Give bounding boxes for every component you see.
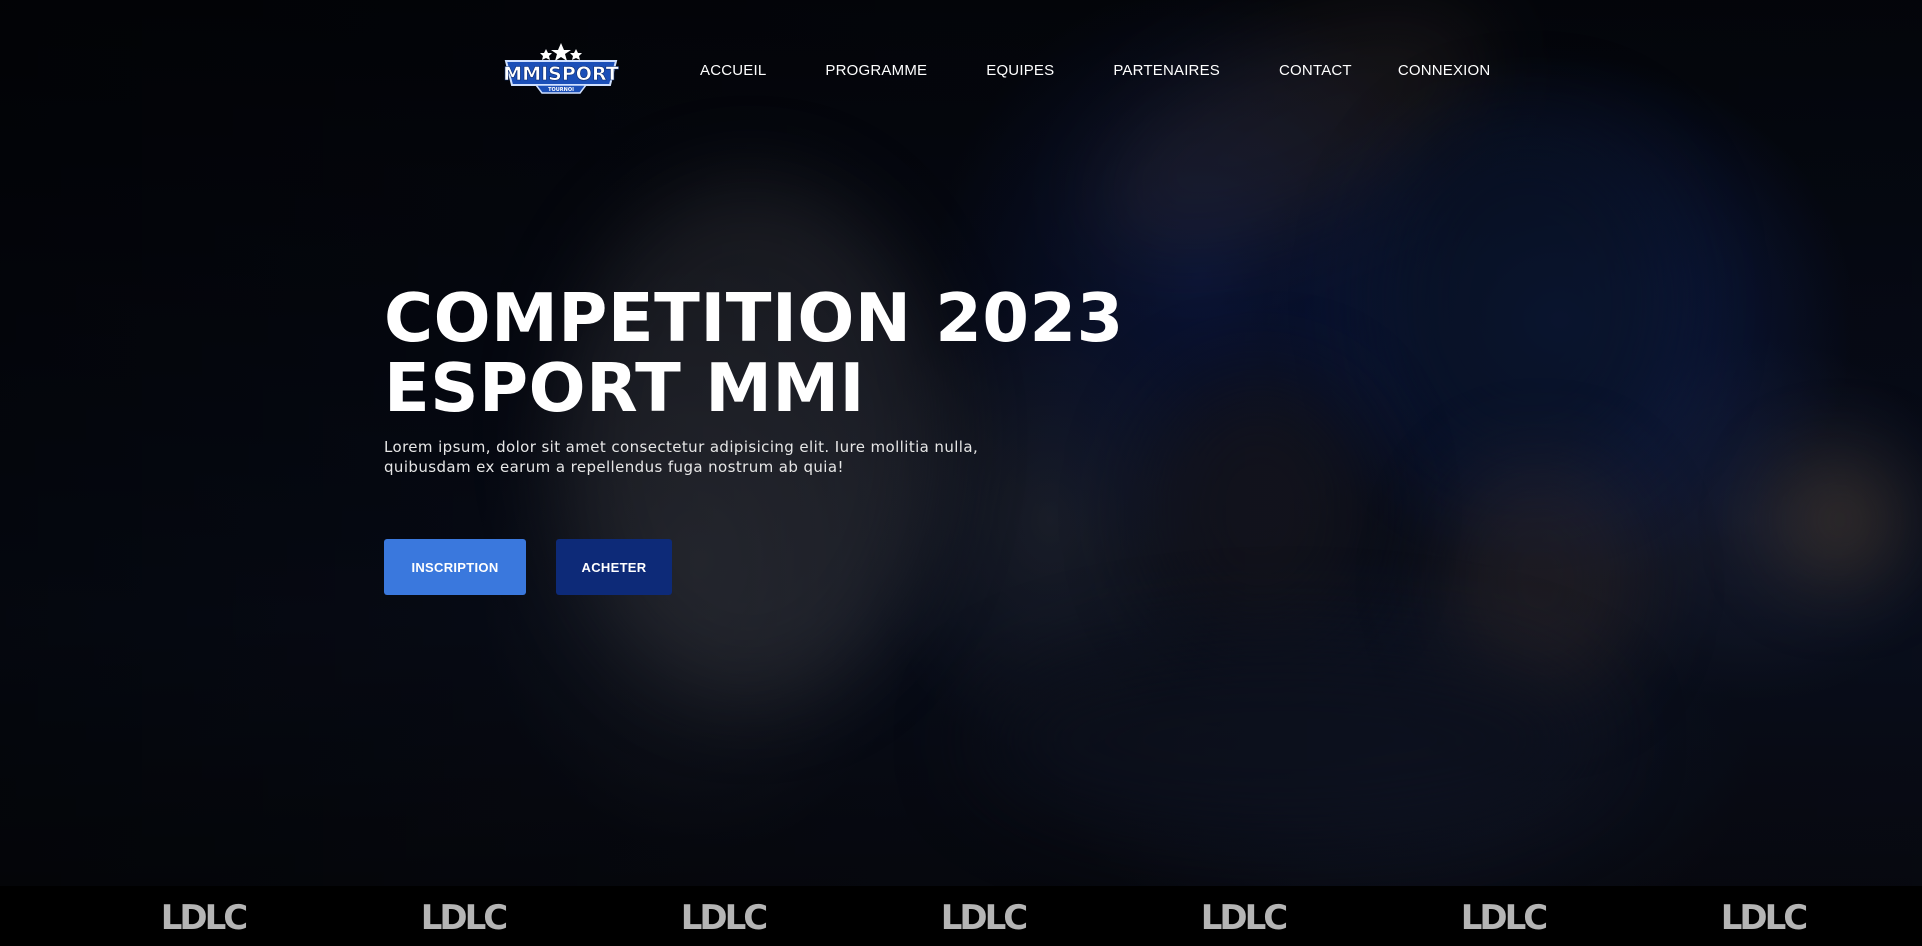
connexion-button[interactable]: CONNEXION xyxy=(1378,56,1511,85)
ldlc-logo-icon: LDLC xyxy=(1201,898,1290,938)
ldlc-logo-icon: LDLC xyxy=(681,898,770,938)
logo-text: MMISPORT xyxy=(503,63,618,85)
nav-link-equipes[interactable]: EQUIPES xyxy=(986,62,1054,79)
ldlc-logo-icon: LDLC xyxy=(421,898,510,938)
sponsor-name: LDLC xyxy=(941,900,1027,932)
hero-title-line-2: ESPORT MMI xyxy=(384,349,865,427)
ldlc-logo-icon: LDLC xyxy=(1721,898,1810,938)
nav-link-accueil[interactable]: ACCUEIL xyxy=(700,62,766,79)
hero-buttons: INSCRIPTION ACHETER xyxy=(384,539,1284,595)
mmisport-logo[interactable]: MMISPORT TOURNOI xyxy=(498,41,624,99)
inscription-button[interactable]: INSCRIPTION xyxy=(384,539,526,595)
star-shield-logo-icon: MMISPORT TOURNOI xyxy=(503,43,619,94)
page: MMISPORT TOURNOI ACCUEIL PROGRAMME EQUIP… xyxy=(0,0,1922,946)
sponsor-name: LDLC xyxy=(161,900,247,932)
nav-link-contact[interactable]: CONTACT xyxy=(1279,62,1352,79)
ldlc-logo-icon: LDLC xyxy=(1461,898,1550,938)
sponsor-name: LDLC xyxy=(421,900,507,932)
hero-title-line-1: COMPETITION 2023 xyxy=(384,279,1124,357)
sponsor-logo-ldlc[interactable]: LDLC xyxy=(1452,898,1554,938)
sponsor-strip: LDLC LDLC LDLC LDLC LDLC LDLC LDLC xyxy=(0,886,1922,946)
sponsor-name: LDLC xyxy=(1721,900,1807,932)
sponsor-logo-ldlc[interactable]: LDLC xyxy=(412,898,514,938)
nav-link-partenaires[interactable]: PARTENAIRES xyxy=(1113,62,1220,79)
hero-description: Lorem ipsum, dolor sit amet consectetur … xyxy=(384,438,979,476)
sponsor-name: LDLC xyxy=(1461,900,1547,932)
sponsor-logo-ldlc[interactable]: LDLC xyxy=(1712,898,1814,938)
sponsor-name: LDLC xyxy=(1201,900,1287,932)
acheter-button[interactable]: ACHETER xyxy=(556,539,672,595)
sponsor-logo-ldlc[interactable]: LDLC xyxy=(1192,898,1294,938)
logo-subtext: TOURNOI xyxy=(548,87,574,93)
ldlc-logo-icon: LDLC xyxy=(941,898,1030,938)
main-navbar: MMISPORT TOURNOI ACCUEIL PROGRAMME EQUIP… xyxy=(498,34,1510,106)
nav-link-programme[interactable]: PROGRAMME xyxy=(825,62,927,79)
sponsor-name: LDLC xyxy=(681,900,767,932)
nav-menu: ACCUEIL PROGRAMME EQUIPES PARTENAIRES CO… xyxy=(700,56,1510,85)
ldlc-logo-icon: LDLC xyxy=(161,898,250,938)
sponsor-logo-ldlc[interactable]: LDLC xyxy=(152,898,254,938)
hero-title: COMPETITION 2023 ESPORT MMI xyxy=(384,283,1284,423)
sponsor-logo-ldlc[interactable]: LDLC xyxy=(932,898,1034,938)
hero-section: COMPETITION 2023 ESPORT MMI Lorem ipsum,… xyxy=(384,283,1284,595)
sponsor-logo-ldlc[interactable]: LDLC xyxy=(672,898,774,938)
